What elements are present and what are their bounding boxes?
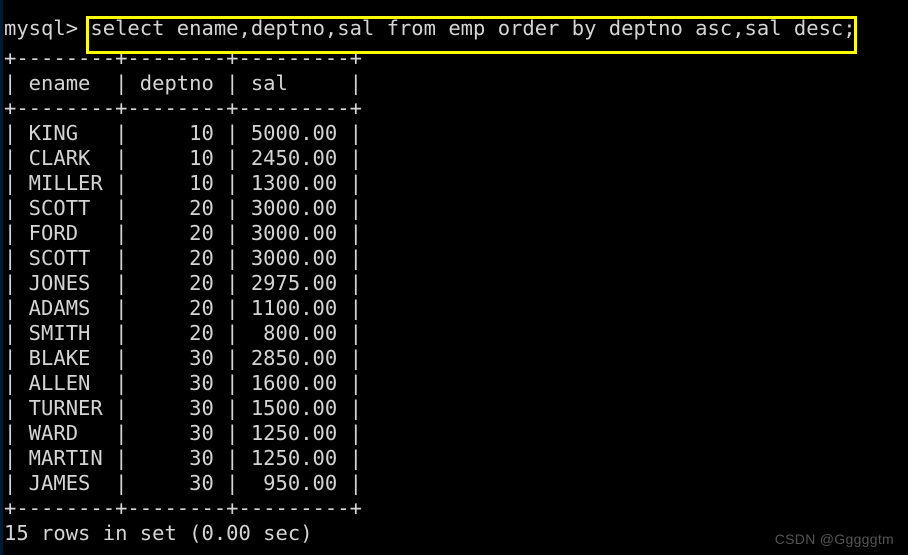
table-row: | SMITH | 20 | 800.00 | [4, 321, 362, 345]
table-row: | TURNER | 30 | 1500.00 | [4, 396, 362, 420]
result-status-line: 15 rows in set (0.00 sec) [4, 521, 313, 545]
table-separator-bottom: +--------+--------+---------+ [4, 496, 362, 520]
table-row: | SCOTT | 20 | 3000.00 | [4, 246, 362, 270]
sql-command-text[interactable]: select ename,deptno,sal from emp order b… [90, 16, 855, 40]
table-row: | FORD | 20 | 3000.00 | [4, 221, 362, 245]
window-edge-strip [0, 0, 3, 555]
table-row: | ADAMS | 20 | 1100.00 | [4, 296, 362, 320]
table-separator-header: +--------+--------+---------+ [4, 96, 362, 120]
table-row: | MARTIN | 30 | 1250.00 | [4, 446, 362, 470]
table-separator-top: +--------+--------+---------+ [4, 46, 362, 70]
table-row: | WARD | 30 | 1250.00 | [4, 421, 362, 445]
table-row: | CLARK | 10 | 2450.00 | [4, 146, 362, 170]
table-row: | MILLER | 10 | 1300.00 | [4, 171, 362, 195]
table-row: | JONES | 20 | 2975.00 | [4, 271, 362, 295]
table-row: | ALLEN | 30 | 1600.00 | [4, 371, 362, 395]
command-prompt-line: mysql> select ename,deptno,sal from emp … [4, 10, 908, 54]
table-body: | KING | 10 | 5000.00 | | CLARK | 10 | 24… [4, 121, 908, 496]
table-row: | SCOTT | 20 | 3000.00 | [4, 196, 362, 220]
table-row: | KING | 10 | 5000.00 | [4, 121, 362, 145]
table-row: | BLAKE | 30 | 2850.00 | [4, 346, 362, 370]
table-row: | JAMES | 30 | 950.00 | [4, 471, 362, 495]
csdn-watermark: CSDN @Gggggtm [774, 531, 894, 547]
mysql-prompt: mysql> [4, 16, 91, 40]
terminal-window: mysql> select ename,deptno,sal from emp … [0, 0, 908, 555]
table-header-row: | ename | deptno | sal | [4, 71, 362, 95]
